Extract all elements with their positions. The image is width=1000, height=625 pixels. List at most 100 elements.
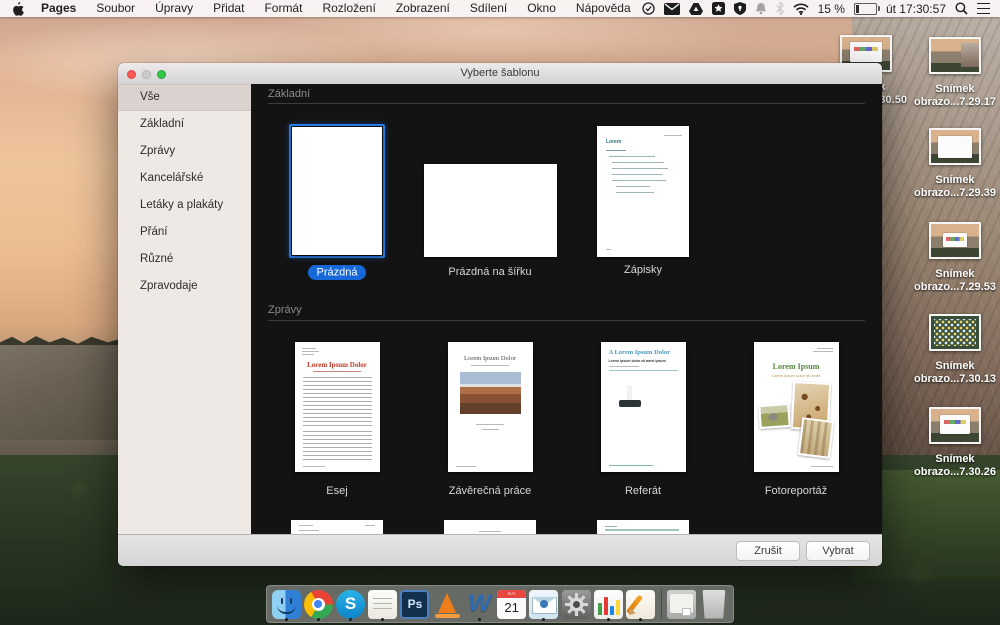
dock-system-preferences[interactable] <box>560 587 592 621</box>
sidebar-item-ruzne[interactable]: Různé <box>118 246 251 273</box>
menu-item-napoveda[interactable]: Nápověda <box>566 0 641 17</box>
menu-app-name[interactable]: Pages <box>31 0 86 17</box>
menu-item-zobrazeni[interactable]: Zobrazení <box>386 0 460 17</box>
google-drive-icon[interactable] <box>689 3 703 15</box>
window-thumbnail-icon <box>667 590 696 619</box>
desktop-icon-snimek-72917[interactable]: Snímekobrazo...7.29.17 <box>900 37 1000 109</box>
template-prazdna[interactable]: Prázdná <box>262 124 412 278</box>
template-preview-blank <box>292 127 382 255</box>
menu-item-upravy[interactable]: Úpravy <box>145 0 203 17</box>
menu-item-soubor[interactable]: Soubor <box>86 0 145 17</box>
menu-item-format[interactable]: Formát <box>254 0 312 17</box>
menu-item-pridat[interactable]: Přidat <box>203 0 254 17</box>
bookmark-box-icon[interactable] <box>712 2 725 15</box>
skype-icon: S <box>336 590 365 619</box>
dock-minimized-window[interactable] <box>666 587 698 621</box>
icon-label-line1: Snímek <box>900 453 1000 466</box>
dock-vlc[interactable] <box>431 587 463 621</box>
bell-icon[interactable] <box>755 2 767 15</box>
template-preview-fotoreportaz: Lorem Ipsum Lorem ipsum dolor sit amet <box>754 342 839 472</box>
template-prazdna-na-sirku[interactable]: Prázdná na šířku <box>415 124 565 278</box>
cancel-button[interactable]: Zrušit <box>736 541 800 561</box>
template-partial-3[interactable] <box>568 520 718 535</box>
sidebar-item-letaky[interactable]: Letáky a plakáty <box>118 192 251 219</box>
menu-bar: Pages Soubor Úpravy Přidat Formát Rozlož… <box>0 0 1000 17</box>
dock-mail[interactable] <box>528 587 560 621</box>
screenshot-thumbnail <box>929 128 981 165</box>
icon-label-line1: Snímek <box>900 174 1000 187</box>
notes-icon <box>368 590 397 619</box>
icon-label-line2: obrazo...7.30.13 <box>900 373 1000 386</box>
desktop-icon-snimek-73026[interactable]: Snímekobrazo...7.30.26 <box>900 407 1000 479</box>
bar-chart-icon <box>594 590 623 619</box>
menu-item-rozlozeni[interactable]: Rozložení <box>312 0 385 17</box>
template-fotoreportaz[interactable]: Lorem Ipsum Lorem ipsum dolor sit amet F… <box>721 342 871 497</box>
menu-item-sdileni[interactable]: Sdílení <box>460 0 517 17</box>
icon-label-line2: obrazo...7.30.26 <box>900 466 1000 479</box>
template-label: Zápisky <box>568 264 718 276</box>
icon-label-line2: obrazo...7.29.39 <box>900 187 1000 200</box>
screenshot-thumbnail <box>929 222 981 259</box>
menu-clock[interactable]: út 17:30:57 <box>886 2 946 16</box>
desktop-icon-snimek-72939[interactable]: Snímekobrazo...7.29.39 <box>900 128 1000 200</box>
spotlight-search-icon[interactable] <box>955 2 968 15</box>
sidebar-item-prani[interactable]: Přání <box>118 219 251 246</box>
template-label: Prázdná <box>262 266 412 278</box>
dock-notes[interactable] <box>367 587 399 621</box>
apple-menu-icon[interactable] <box>12 2 25 16</box>
wifi-icon[interactable] <box>793 3 809 15</box>
desktop-icon-snimek-72953[interactable]: Snímekobrazo...7.29.53 <box>900 222 1000 294</box>
dock-pages[interactable] <box>624 587 656 621</box>
selected-template-frame <box>289 124 385 258</box>
dock-finder[interactable] <box>270 587 302 621</box>
notification-center-icon[interactable] <box>977 3 990 14</box>
sidebar-item-vse[interactable]: Vše <box>118 84 251 111</box>
desktop-icon-snimek-73013[interactable]: Snímekobrazo...7.30.13 <box>900 314 1000 386</box>
screenshot-thumbnail <box>929 37 981 74</box>
icon-label-line2: obrazo...7.29.53 <box>900 281 1000 294</box>
template-preview-esej: Lorem Ipsum Dolor <box>295 342 380 472</box>
sidebar-item-zpravy[interactable]: Zprávy <box>118 138 251 165</box>
running-indicator <box>381 618 384 621</box>
dock-photoshop[interactable]: Ps <box>399 587 431 621</box>
dock-calendar[interactable]: SVC 21 <box>496 587 528 621</box>
shield-icon[interactable] <box>734 2 746 15</box>
template-referat[interactable]: A Lorem Ipsum Dolor Lorem ipsum dolor si… <box>568 342 718 497</box>
window-titlebar[interactable]: Vyberte šablonu <box>118 63 882 85</box>
battery-icon[interactable] <box>854 3 877 15</box>
dock-skype[interactable]: S <box>334 587 366 621</box>
chrome-icon <box>304 590 333 619</box>
template-esej[interactable]: Lorem Ipsum Dolor Esej <box>262 342 412 497</box>
sidebar-item-zpravodaje[interactable]: Zpravodaje <box>118 273 251 300</box>
trash-icon <box>701 590 727 619</box>
running-indicator <box>478 618 481 621</box>
dock-trash[interactable] <box>698 587 730 621</box>
running-indicator <box>317 618 320 621</box>
running-indicator <box>542 618 545 621</box>
window-title: Vyberte šablonu <box>118 63 882 84</box>
section-heading-zpravy: Zprávy <box>268 304 302 316</box>
choose-button[interactable]: Vybrat <box>806 541 870 561</box>
calendar-icon: SVC 21 <box>497 590 526 619</box>
template-zapisky[interactable]: Lorem Zápisky <box>568 124 718 276</box>
dock-numbers[interactable] <box>592 587 624 621</box>
template-partial-2[interactable] <box>415 520 565 535</box>
photoshop-icon: Ps <box>400 590 429 619</box>
finder-icon <box>272 590 301 619</box>
running-indicator <box>639 618 642 621</box>
pages-icon <box>626 590 655 619</box>
menu-item-okno[interactable]: Okno <box>517 0 566 17</box>
icon-label-line2: obrazo...7.29.17 <box>900 96 1000 109</box>
mail-icon[interactable] <box>664 3 680 15</box>
battery-percentage: 15 % <box>818 2 845 16</box>
checkmark-circle-icon[interactable] <box>642 2 655 15</box>
dock-word[interactable]: W <box>463 587 495 621</box>
dock-chrome[interactable] <box>302 587 334 621</box>
sidebar-item-zakladni[interactable]: Základní <box>118 111 251 138</box>
template-preview-zapisky: Lorem <box>597 126 689 257</box>
template-zaverecna-prace[interactable]: Lorem Ipsum Dolor Závěrečná práce <box>415 342 565 497</box>
template-partial-1[interactable] <box>262 520 412 535</box>
bluetooth-icon[interactable] <box>776 2 784 15</box>
sidebar-item-kancelarske[interactable]: Kancelářské <box>118 165 251 192</box>
template-label: Závěrečná práce <box>415 485 565 497</box>
